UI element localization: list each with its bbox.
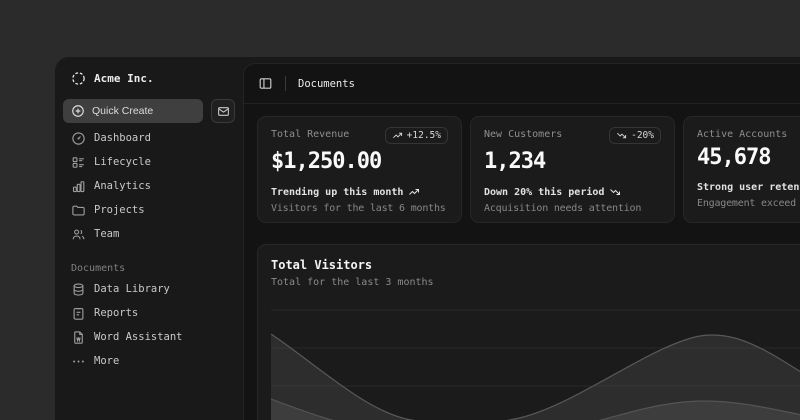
stat-label: New Customers — [484, 129, 563, 140]
trending-up-icon — [392, 130, 403, 141]
stat-footer-secondary: Visitors for the last 6 months — [271, 203, 446, 214]
file-word-icon — [71, 330, 86, 345]
area-chart[interactable] — [271, 302, 800, 420]
brand[interactable]: Acme Inc. — [63, 66, 235, 90]
sidebar-item-label: Word Assistant — [94, 331, 183, 343]
stat-card-active-accounts: Active Accounts 45,678 Strong user reten… — [683, 116, 800, 223]
brand-logo-icon — [71, 71, 86, 86]
sidebar-item-label: More — [94, 355, 120, 367]
app-frame: Acme Inc. Quick Create Dashboard Lifecyc… — [55, 57, 800, 420]
trending-down-icon — [616, 130, 627, 141]
stat-card-new-customers: New Customers -20% 1,234 Down 20% this p… — [470, 116, 675, 223]
inbox-button[interactable] — [211, 99, 235, 123]
chart-title: Total Visitors — [271, 258, 373, 272]
stat-footer-primary: Down 20% this period — [484, 186, 605, 198]
page-title: Documents — [298, 77, 355, 90]
chart-subtitle: Total for the last 3 months — [271, 277, 434, 288]
chart-bar-icon — [71, 179, 86, 194]
screen: Acme Inc. Quick Create Dashboard Lifecyc… — [0, 0, 800, 420]
stat-value: 45,678 — [697, 145, 771, 170]
stat-footer-primary: Trending up this month — [271, 186, 404, 198]
folder-icon — [71, 203, 86, 218]
sidebar-item-more[interactable]: More — [63, 349, 235, 373]
trend-badge: -20% — [609, 127, 661, 144]
report-icon — [71, 306, 86, 321]
sidebar-toggle-button[interactable] — [258, 76, 273, 91]
sidebar-item-label: Lifecycle — [94, 156, 151, 168]
trend-badge: +12.5% — [384, 127, 448, 144]
badge-value: +12.5% — [406, 130, 441, 141]
stat-label: Active Accounts — [697, 129, 788, 140]
mail-icon — [217, 105, 230, 118]
sidebar-item-dashboard[interactable]: Dashboard — [63, 126, 235, 150]
quick-create-row: Quick Create — [63, 99, 235, 123]
stat-value: $1,250.00 — [271, 149, 382, 174]
sidebar-nav: Dashboard Lifecycle Analytics Projects T… — [63, 126, 235, 246]
dots-icon — [71, 354, 86, 369]
sidebar-item-analytics[interactable]: Analytics — [63, 174, 235, 198]
circle-plus-icon — [71, 104, 85, 118]
main-header: Documents — [244, 64, 800, 104]
sidebar-item-projects[interactable]: Projects — [63, 198, 235, 222]
trending-down-icon — [609, 186, 621, 198]
quick-create-button[interactable]: Quick Create — [63, 99, 203, 123]
panel-left-icon — [258, 76, 273, 91]
database-icon — [71, 282, 86, 297]
stat-footer-primary: Strong user retention — [697, 182, 800, 193]
sidebar-item-label: Dashboard — [94, 132, 151, 144]
header-divider — [285, 76, 286, 91]
sidebar-item-label: Data Library — [94, 283, 170, 295]
brand-label: Acme Inc. — [94, 71, 154, 85]
sidebar-documents-nav: Data Library Reports Word Assistant More — [63, 277, 235, 373]
sidebar-item-label: Team — [94, 228, 120, 240]
users-icon — [71, 227, 86, 242]
sidebar-item-team[interactable]: Team — [63, 222, 235, 246]
sidebar-item-reports[interactable]: Reports — [63, 301, 235, 325]
stat-cards-row: Total Revenue +12.5% $1,250.00 Trending … — [244, 104, 800, 235]
stat-footer-secondary: Engagement exceed targets — [697, 198, 800, 209]
stat-value: 1,234 — [484, 149, 546, 174]
sidebar-item-data-library[interactable]: Data Library — [63, 277, 235, 301]
sidebar: Acme Inc. Quick Create Dashboard Lifecyc… — [55, 57, 243, 420]
stat-footer-secondary: Acquisition needs attention — [484, 203, 642, 214]
sidebar-item-label: Reports — [94, 307, 139, 319]
total-visitors-chart-card: Total Visitors Total for the last 3 mont… — [257, 244, 800, 420]
stat-card-total-revenue: Total Revenue +12.5% $1,250.00 Trending … — [257, 116, 462, 223]
badge-value: -20% — [631, 130, 654, 141]
sidebar-item-label: Analytics — [94, 180, 151, 192]
quick-create-label: Quick Create — [92, 105, 154, 117]
list-details-icon — [71, 155, 86, 170]
stat-label: Total Revenue — [271, 129, 350, 140]
sidebar-item-label: Projects — [94, 204, 145, 216]
sidebar-item-lifecycle[interactable]: Lifecycle — [63, 150, 235, 174]
main-panel: Documents Total Revenue +12.5% $1,250.00… — [243, 63, 800, 420]
sidebar-item-word-assistant[interactable]: Word Assistant — [63, 325, 235, 349]
trending-up-icon — [408, 186, 420, 198]
dashboard-icon — [71, 131, 86, 146]
